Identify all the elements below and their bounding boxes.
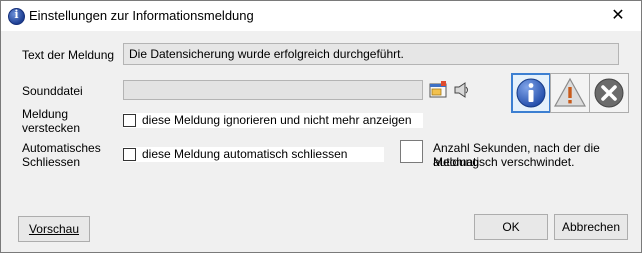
auto-close-label-1: Automatisches bbox=[22, 141, 101, 155]
window-title: Einstellungen zur Informationsmeldung bbox=[29, 8, 254, 23]
hide-message-checkbox-label[interactable]: diese Meldung ignorieren und nicht mehr … bbox=[142, 113, 412, 127]
message-text-value: Die Datensicherung wurde erfolgreich dur… bbox=[129, 47, 404, 61]
info-icon bbox=[516, 78, 546, 108]
folder-browse-icon[interactable] bbox=[429, 81, 447, 99]
preview-button-label: Vorschau bbox=[28, 222, 80, 236]
warning-type-button[interactable] bbox=[550, 73, 590, 113]
ok-button[interactable]: OK bbox=[474, 214, 548, 240]
speaker-icon[interactable] bbox=[453, 81, 471, 99]
hide-message-checkbox[interactable] bbox=[123, 114, 136, 127]
message-text-field[interactable]: Die Datensicherung wurde erfolgreich dur… bbox=[123, 43, 619, 65]
error-icon bbox=[594, 78, 624, 108]
cancel-button-label: Abbrechen bbox=[561, 220, 621, 234]
seconds-hint-2: automatisch verschwindet. bbox=[433, 155, 575, 169]
seconds-input[interactable] bbox=[400, 140, 423, 163]
ok-button-label: OK bbox=[502, 220, 520, 234]
sound-file-field[interactable] bbox=[123, 80, 423, 100]
settings-dialog: Einstellungen zur Informationsmeldung ✕ … bbox=[0, 0, 642, 253]
message-text-label: Text der Meldung bbox=[22, 48, 115, 62]
auto-close-checkbox-label[interactable]: diese Meldung automatisch schliessen bbox=[142, 147, 347, 161]
hide-message-label-1: Meldung bbox=[22, 107, 69, 121]
info-icon bbox=[8, 8, 25, 25]
auto-close-row[interactable]: diese Meldung automatisch schliessen bbox=[123, 147, 384, 162]
warning-icon bbox=[553, 77, 587, 107]
cancel-button[interactable]: Abbrechen bbox=[554, 214, 628, 240]
hide-message-row[interactable]: diese Meldung ignorieren und nicht mehr … bbox=[123, 113, 423, 128]
auto-close-checkbox[interactable] bbox=[123, 148, 136, 161]
sound-file-label: Sounddatei bbox=[22, 84, 83, 98]
auto-close-label-2: Schliessen bbox=[22, 155, 81, 169]
title-bar: Einstellungen zur Informationsmeldung ✕ bbox=[1, 1, 641, 31]
error-type-button[interactable] bbox=[589, 73, 629, 113]
close-icon[interactable]: ✕ bbox=[595, 1, 641, 31]
info-type-button[interactable] bbox=[511, 73, 551, 113]
preview-button[interactable]: Vorschau bbox=[18, 216, 90, 242]
hide-message-label-2: verstecken bbox=[22, 121, 81, 135]
